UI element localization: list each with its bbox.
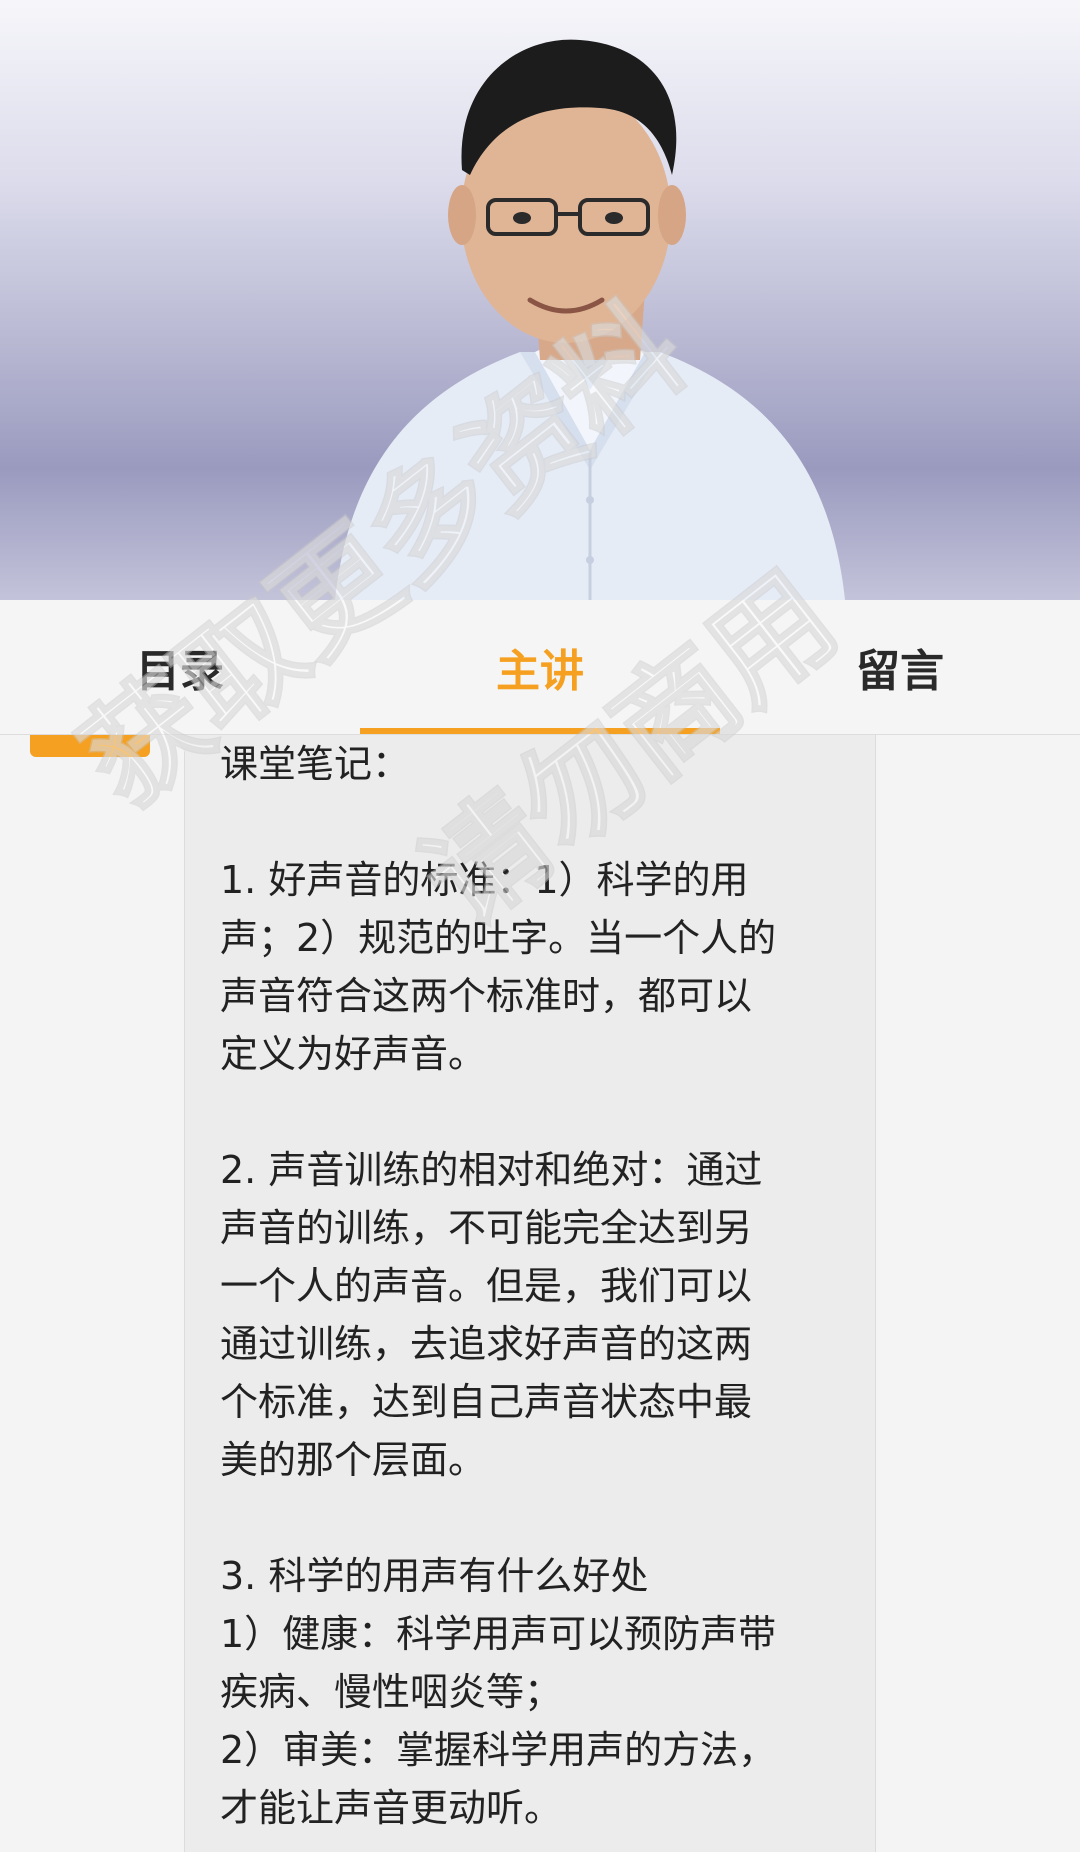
notes-line: 美的那个层面。 xyxy=(220,1438,487,1482)
notes-line: 疾病、慢性咽炎等； xyxy=(220,1670,563,1714)
notes-line: 个标准，达到自己声音状态中最 xyxy=(220,1380,753,1424)
notes-line: 2）审美：掌握科学用声的方法， xyxy=(220,1728,777,1772)
notes-line: 一个人的声音。但是，我们可以 xyxy=(220,1264,753,1308)
tab-comments[interactable]: 留言 xyxy=(720,600,1080,734)
notes-line: 1）健康：科学用声可以预防声带 xyxy=(220,1612,777,1656)
notes-line: 定义为好声音。 xyxy=(220,1032,487,1076)
speaker-photo xyxy=(0,0,1080,600)
active-tab-indicator xyxy=(360,728,720,734)
speaker-label-tab xyxy=(30,735,150,757)
notes-line: 1. 好声音的标准：1）科学的用 xyxy=(220,858,749,902)
tab-lecture[interactable]: 主讲 xyxy=(360,600,720,734)
class-notes: 课堂笔记： 1. 好声音的标准：1）科学的用 声；2）规范的吐字。当一个人的 声… xyxy=(220,735,860,1837)
bubble-tail xyxy=(170,735,186,753)
notes-line: 2. 声音训练的相对和绝对：通过 xyxy=(220,1148,763,1192)
lecture-content: 课堂笔记： 1. 好声音的标准：1）科学的用 声；2）规范的吐字。当一个人的 声… xyxy=(0,735,1080,1852)
tab-bar: 目录 主讲 留言 xyxy=(0,600,1080,735)
notes-line: 3. 科学的用声有什么好处 xyxy=(220,1554,649,1598)
notes-line: 声；2）规范的吐字。当一个人的 xyxy=(220,916,777,960)
notes-line: 才能让声音更动听。 xyxy=(220,1786,563,1830)
tab-catalog[interactable]: 目录 xyxy=(0,600,360,734)
notes-line: 通过训练，去追求好声音的这两 xyxy=(220,1322,753,1366)
notes-heading: 课堂笔记： xyxy=(220,742,411,786)
notes-line: 声音符合这两个标准时，都可以 xyxy=(220,974,753,1018)
notes-line: 声音的训练，不可能完全达到另 xyxy=(220,1206,753,1250)
speaker-portrait xyxy=(335,39,845,600)
